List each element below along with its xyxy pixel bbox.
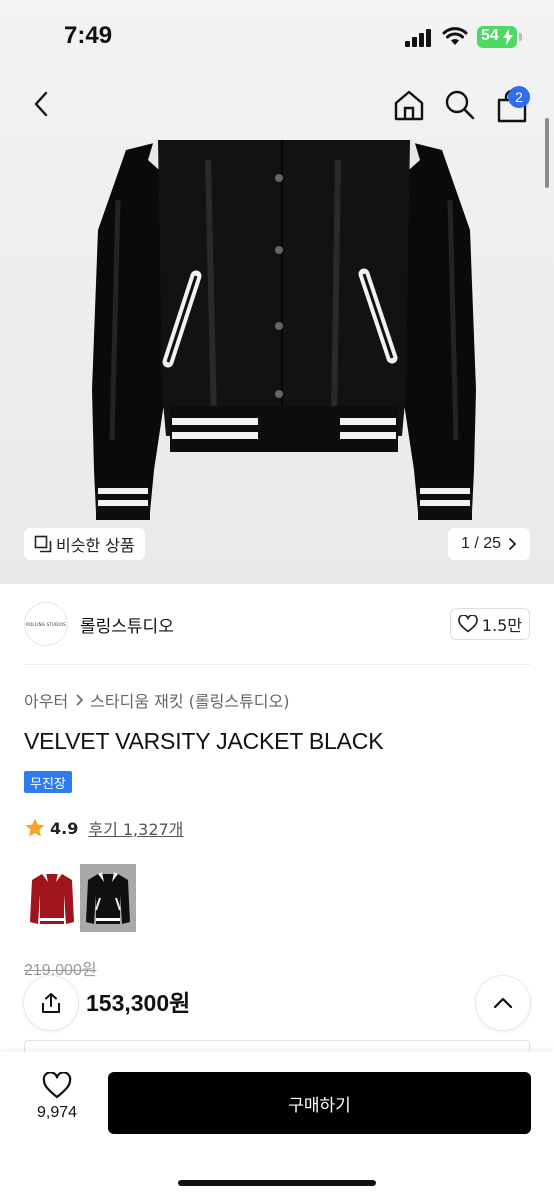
brand-name[interactable]: 롤링스튜디오 — [80, 612, 174, 637]
product-image[interactable] — [88, 140, 480, 520]
variant-red-thumbnail[interactable] — [24, 864, 80, 932]
buy-button-label: 구매하기 — [288, 1095, 351, 1116]
sale-price: 153,300원 — [86, 990, 191, 1016]
back-button[interactable] — [24, 86, 58, 122]
original-price: 219,000원 — [24, 962, 97, 979]
section-divider — [24, 664, 530, 665]
share-icon — [42, 993, 60, 1013]
star-icon — [25, 818, 45, 837]
search-icon — [445, 90, 475, 120]
cart-count-badge: 2 — [508, 86, 530, 108]
battery-tip — [519, 33, 522, 41]
product-hero: 7:49 54 2 비슷한 상품 1 / 25 — [0, 0, 554, 584]
battery-indicator: 54 — [477, 26, 517, 48]
scroll-indicator — [545, 118, 549, 188]
chevron-up-icon — [493, 997, 513, 1009]
image-pager[interactable]: 1 / 25 — [448, 528, 530, 560]
product-tag: 무진장 — [24, 771, 72, 793]
chevron-right-icon — [509, 538, 517, 550]
variant-black-thumbnail[interactable] — [80, 864, 136, 932]
brand-logo[interactable]: ROLLING STUDIOS — [24, 602, 68, 646]
home-icon — [394, 90, 424, 121]
brand-like-button[interactable]: 1.5만 — [450, 608, 530, 640]
breadcrumb: 아우터 스타디움 재킷 (롤링스튜디오) — [24, 688, 289, 712]
review-link[interactable]: 후기 1,327개 — [88, 816, 183, 840]
share-button[interactable] — [24, 976, 78, 1030]
image-pager-count: 1 / 25 — [460, 535, 502, 552]
brand-like-count: 1.5만 — [481, 616, 523, 635]
product-title: VELVET VARSITY JACKET BLACK — [24, 728, 384, 754]
breadcrumb-category[interactable]: 아우터 — [24, 688, 68, 712]
search-button[interactable] — [442, 86, 478, 124]
copy-icon — [34, 535, 52, 553]
rating-row: 4.9 후기 1,327개 — [24, 816, 183, 840]
heart-icon — [42, 1072, 72, 1099]
cellular-signal-icon — [405, 29, 435, 47]
scroll-top-button[interactable] — [476, 976, 530, 1030]
wishlist-button[interactable]: 9,974 — [22, 1072, 92, 1136]
home-button[interactable] — [390, 86, 428, 124]
charging-bolt-icon — [503, 29, 513, 45]
status-time: 7:49 — [64, 22, 113, 49]
chevron-right-icon — [76, 694, 84, 706]
home-indicator — [178, 1180, 376, 1186]
brand-logo-text: ROLLING STUDIOS — [26, 621, 66, 627]
heart-icon — [458, 615, 478, 633]
similar-products-button[interactable]: 비슷한 상품 — [24, 528, 145, 560]
battery-level: 54 — [481, 27, 499, 44]
similar-products-label: 비슷한 상품 — [56, 536, 135, 555]
buy-button[interactable]: 구매하기 — [108, 1072, 531, 1134]
breadcrumb-subcategory[interactable]: 스타디움 재킷 (롤링스튜디오) — [90, 688, 289, 712]
rating-value: 4.9 — [50, 818, 79, 838]
status-bar: 7:49 54 — [0, 0, 554, 70]
wifi-icon — [442, 27, 468, 45]
chevron-left-icon — [34, 91, 48, 117]
wishlist-count: 9,974 — [36, 1104, 78, 1121]
